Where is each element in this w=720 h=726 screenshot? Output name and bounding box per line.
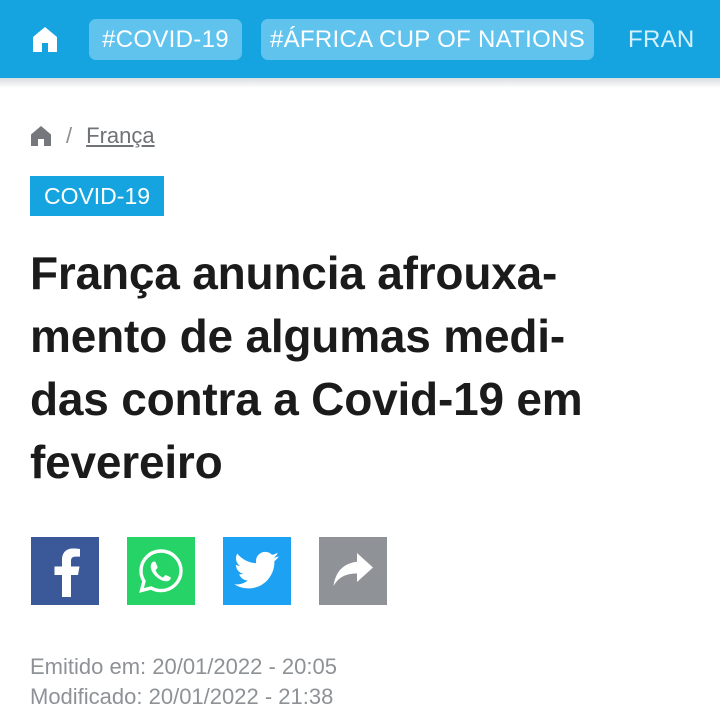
article-meta: Emitido em: 20/01/2022 - 20:05 Modificad…	[30, 652, 337, 712]
top-navigation-bar: #COVID-19 #ÁFRICA CUP OF NATIONS FRAN	[0, 0, 720, 78]
breadcrumb-link-franca[interactable]: França	[86, 123, 154, 149]
breadcrumb-separator: /	[66, 123, 73, 148]
facebook-share-button[interactable]	[31, 537, 99, 605]
issued-timestamp: Emitido em: 20/01/2022 - 20:05	[30, 654, 337, 679]
topbar-shadow	[0, 78, 720, 88]
home-button[interactable]	[22, 18, 68, 60]
category-tag[interactable]: COVID-19	[30, 176, 164, 216]
whatsapp-share-button[interactable]	[127, 537, 195, 605]
home-icon[interactable]	[30, 125, 52, 147]
share-arrow-icon	[333, 553, 373, 586]
topic-tag-franca[interactable]: FRAN	[612, 19, 720, 60]
breadcrumb: / França	[30, 120, 155, 152]
article-headline: França anuncia afrouxa- mento de algumas…	[30, 242, 690, 494]
topic-tag-covid[interactable]: #COVID-19	[89, 19, 242, 60]
headline-line: França anuncia afrouxa-	[30, 247, 558, 299]
home-icon	[33, 27, 57, 52]
headline-line: fevereiro	[30, 436, 223, 488]
twitter-icon	[234, 551, 279, 589]
facebook-icon	[54, 548, 80, 597]
headline-line: das contra a Covid-19 em	[30, 373, 583, 425]
whatsapp-icon	[139, 549, 183, 593]
twitter-share-button[interactable]	[223, 537, 291, 605]
modified-timestamp: Modificado: 20/01/2022 - 21:38	[30, 684, 334, 709]
share-button[interactable]	[319, 537, 387, 605]
topic-tag-africa-cup[interactable]: #ÁFRICA CUP OF NATIONS	[261, 19, 594, 60]
headline-line: mento de algumas medi-	[30, 310, 565, 362]
